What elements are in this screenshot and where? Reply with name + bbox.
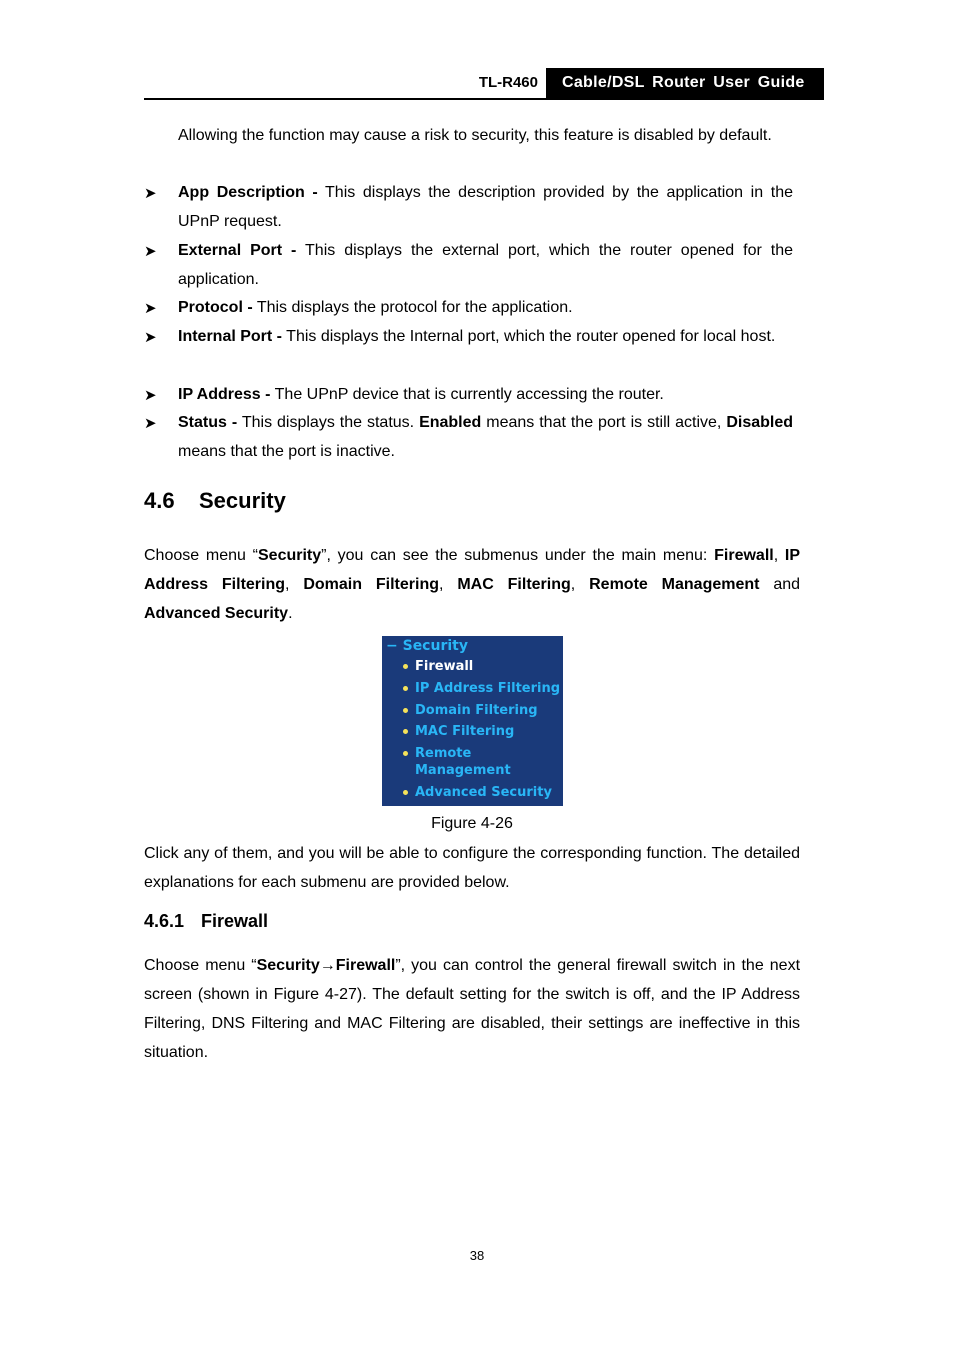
- section-number: 4.6: [144, 488, 175, 513]
- bullet-arrow-icon: ➤: [144, 185, 157, 202]
- page-number: 38: [469, 1248, 485, 1263]
- bullet-arrow-icon: ➤: [144, 387, 157, 404]
- after-figure-paragraph: Click any of them, and you will be able …: [144, 845, 800, 891]
- bold-text: MAC Filtering: [457, 576, 571, 593]
- text: ,: [285, 576, 304, 593]
- subsection-title: Firewall: [201, 911, 269, 931]
- bullet-ip-address: IP Address - The UPnP device that is cur…: [178, 380, 793, 409]
- bullet-term: Status -: [178, 414, 238, 431]
- bullet-desc: This displays the Internal port, which t…: [282, 328, 776, 345]
- bullet-dot-icon: [403, 729, 408, 734]
- text: ,: [439, 576, 458, 593]
- bullet-desc: means that the port is inactive.: [178, 443, 395, 460]
- bold-text: Domain Filtering: [303, 576, 440, 593]
- text: ,: [773, 547, 785, 564]
- bullet-internal-port: Internal Port - This displays the Intern…: [178, 322, 793, 351]
- firewall-paragraph: Choose menu “Security→Firewall”, you can…: [144, 951, 800, 1067]
- bullet-desc: means that the port is still active,: [481, 414, 727, 431]
- menu-item-advanced-security[interactable]: Advanced Security: [415, 784, 552, 801]
- bullet-term: Protocol -: [178, 299, 253, 316]
- bullet-desc: This displays the protocol for the appli…: [252, 299, 573, 316]
- bullet-app-description: App Description - This displays the desc…: [178, 178, 793, 236]
- bold-disabled: Disabled: [726, 414, 794, 431]
- menu-item-mac-filtering[interactable]: MAC Filtering: [415, 723, 514, 740]
- bullet-dot-icon: [403, 664, 408, 669]
- text: ”, you can see the submenus under the ma…: [321, 547, 715, 564]
- bold-text: Advanced Security: [144, 605, 289, 622]
- bullet-dot-icon: [403, 708, 408, 713]
- bullet-term: External Port -: [178, 242, 297, 259]
- header-title: Cable/DSL Router User Guide: [546, 68, 824, 98]
- menu-item-domain-filtering[interactable]: Domain Filtering: [415, 702, 538, 719]
- bullet-desc: The UPnP device that is currently access…: [270, 386, 664, 403]
- bold-text: Firewall: [714, 547, 774, 564]
- bullet-dot-icon: [403, 686, 408, 691]
- bold-text: Security: [258, 547, 322, 564]
- header-model: TL-R460: [478, 74, 538, 91]
- bullet-status: Status - This displays the status. Enabl…: [178, 408, 793, 466]
- menu-item-remote-management-line2[interactable]: Management: [415, 762, 511, 779]
- menu-item-remote-management[interactable]: Remote: [415, 745, 471, 762]
- bullet-arrow-icon: ➤: [144, 243, 157, 260]
- bullet-dot-icon: [403, 790, 408, 795]
- bullet-term: App Description -: [178, 184, 318, 201]
- text: ,: [570, 576, 590, 593]
- bullet-dot-icon: [403, 751, 408, 756]
- menu-item-ip-address-filtering[interactable]: IP Address Filtering: [415, 680, 560, 697]
- bold-enabled: Enabled: [419, 414, 482, 431]
- bold-text: Remote Management: [589, 576, 760, 593]
- section-title: Security: [199, 488, 286, 513]
- bullet-desc: This displays the status.: [237, 414, 420, 431]
- text: and: [759, 576, 801, 593]
- menu-item-firewall[interactable]: Firewall: [415, 658, 473, 675]
- bullet-term: IP Address -: [178, 386, 271, 403]
- security-menu-figure: − Security Firewall IP Address Filtering…: [382, 636, 563, 806]
- bullet-arrow-icon: ➤: [144, 329, 157, 346]
- bullet-external-port: External Port - This displays the extern…: [178, 236, 793, 294]
- menu-security-header[interactable]: − Security: [386, 638, 468, 654]
- text: .: [288, 605, 293, 622]
- bullet-protocol: Protocol - This displays the protocol fo…: [178, 293, 793, 322]
- subsection-number: 4.6.1: [144, 911, 185, 931]
- bullet-arrow-icon: ➤: [144, 415, 157, 432]
- text: Choose menu “: [144, 957, 257, 974]
- section-heading: 4.6 Security: [144, 488, 286, 514]
- section-paragraph: Choose menu “Security”, you can see the …: [144, 541, 800, 628]
- page-header: TL-R460 Cable/DSL Router User Guide: [144, 68, 824, 100]
- intro-paragraph: Allowing the function may cause a risk t…: [178, 127, 772, 144]
- bullet-term: Internal Port -: [178, 328, 283, 345]
- figure-caption: Figure 4-26: [431, 815, 513, 832]
- bullet-arrow-icon: ➤: [144, 300, 157, 317]
- text: Choose menu “: [144, 547, 258, 564]
- bold-menu-path: Security→Firewall: [256, 957, 396, 974]
- subsection-heading: 4.6.1 Firewall: [144, 911, 268, 932]
